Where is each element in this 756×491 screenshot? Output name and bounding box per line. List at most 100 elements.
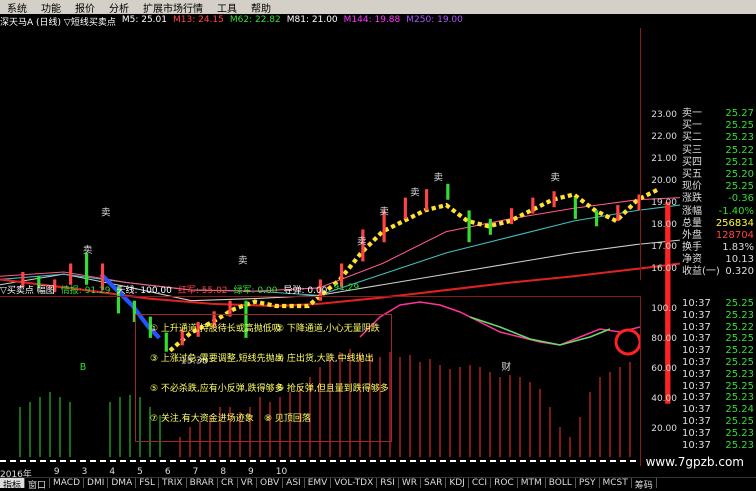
trade-row: 10:37 25.23 [682, 392, 754, 404]
quote-row: 净资 10.13 [682, 254, 754, 266]
note-8: ⑧ 见顶回落 [264, 414, 311, 424]
date-tick: 4 [109, 467, 116, 477]
trade-row: 10:37 25.23 [682, 368, 754, 380]
ma5-label: M5: 25.01 [121, 15, 167, 25]
highlight-circle [614, 328, 640, 356]
indicator-value: 91.29 [333, 283, 360, 293]
price-tick: 20.00 [651, 176, 677, 186]
note-1: ① 上升通道,持股待长或高抛低吸 [150, 324, 281, 334]
indicator-tick: 60.00 [651, 364, 677, 374]
menu-item-analysis[interactable]: 分析 [102, 0, 136, 15]
date-tick: 9 [53, 467, 60, 477]
sell-marker: 卖 [357, 236, 367, 247]
date-tick: 7 [192, 467, 199, 477]
trade-list: 10:37 25.25 10:37 25.23 10:37 25.22 10:37 25… [680, 298, 756, 451]
indicator-axis: 100.0 80.00 60.00 40.00 20.00 [640, 296, 681, 466]
ma13-label: M13: 24.15 [172, 15, 224, 25]
note-7: ⑦ 关注,有大资金进场迹象 [150, 414, 254, 424]
trade-row: 10:37 25.25 [682, 415, 754, 427]
quote-row: 涨跌 -0.36 [682, 193, 754, 205]
indicator-tick: 20.00 [651, 424, 677, 434]
trade-row: 10:37 25.23 [682, 309, 754, 321]
trade-row: 10:37 25.24 [682, 404, 754, 416]
price-tick: 23.00 [651, 110, 677, 120]
indicator-value: 情报: 91.29 [60, 286, 111, 296]
ma62-label: M62: 22.82 [229, 15, 281, 25]
quote-row: 外盘 128704 [682, 229, 754, 241]
trade-row: 10:37 25.25 [682, 356, 754, 368]
menu-bar: 系统 功能 报价 分析 扩展市场行情 工具 帮助 [0, 0, 756, 15]
date-tick: 6 [164, 467, 171, 477]
quote-row: 买五 25.20 [682, 168, 754, 180]
quote-row: 买二 25.23 [682, 132, 754, 144]
watermark: www.7gpzb.com [645, 455, 744, 469]
quote-row: 卖一 25.27 [682, 108, 754, 119]
indicator-tick: 100.0 [651, 304, 677, 314]
quote-row: 涨幅 -1.40% [682, 205, 754, 217]
indicator-tabs: 指标 窗口 MACD DMI DMA FSL TRIX BRAR CR VR O… [0, 477, 756, 491]
sell-marker: 卖 [83, 245, 93, 256]
sell-marker: 卖 [101, 208, 111, 219]
ma81-label: M81: 21.00 [286, 15, 338, 25]
price-tick: 16.00 [651, 264, 677, 274]
indicator-header: ▽买卖点 幅图 情报: 91.29 天线: 100.00 红军: 55.02 绿… [0, 283, 640, 296]
chart-title: 深天马A (日线) ▽短线买卖点 [0, 18, 116, 27]
indicator-value: 红军: 55.02 [177, 286, 228, 296]
indicator-value: 导弹: 0.00 [283, 286, 328, 296]
sell-marker: 卖 [434, 173, 444, 184]
sell-marker: 卖 [550, 173, 560, 184]
note-6: ⑥ 抢反弹,但且量到跌得够多 [276, 384, 389, 394]
price-axis: 23.00 22.00 21.00 20.00 19.00 18.00 17.0… [640, 28, 681, 280]
legend-notes-box: ① 上升通道,持股待长或高抛低吸 ② 下降通道,小心无量阴跌 ③ 上涨过急,需要… [135, 314, 392, 442]
indicator-tick: 40.00 [651, 394, 677, 404]
ma144-label: M144: 19.88 [343, 15, 401, 25]
menu-item-function[interactable]: 功能 [34, 0, 68, 15]
menu-item-system[interactable]: 系统 [0, 0, 34, 15]
quote-row: 现价 25.25 [682, 181, 754, 193]
quote-row: 收益(一) 0.320 [682, 266, 754, 278]
note-5: ⑤ 不必杀跌,应有小反弹,跌得够多 [150, 384, 284, 394]
trade-row: 10:37 25.22 [682, 345, 754, 357]
price-tick: 17.00 [651, 242, 677, 252]
date-tick: 5 [137, 467, 143, 477]
trade-row: 10:37 25.25 [682, 298, 754, 309]
sell-marker: 卖 [238, 256, 248, 267]
date-tick: 3 [81, 467, 88, 477]
quote-row: 买一 25.25 [682, 120, 754, 132]
trade-row: 10:37 25.23 [682, 439, 754, 451]
date-tick: 9 [248, 467, 254, 477]
date-axis: 2016年 9 3 4 5 6 7 8 9 10 [0, 467, 640, 480]
quote-row: 买三 25.22 [682, 144, 754, 156]
note-2: ② 下降通道,小心无量阴跌 [276, 324, 380, 334]
indicator-value: 绿军: 0.00 [233, 286, 278, 296]
quote-row: 总量 256834 [682, 217, 754, 229]
date-tick: 8 [220, 467, 227, 477]
quote-row: 买四 25.21 [682, 156, 754, 168]
sell-marker: 卖 [379, 207, 389, 218]
menu-item-quote[interactable]: 报价 [68, 0, 102, 15]
indicator-title: ▽买卖点 幅图 [0, 286, 55, 296]
indicator-value: 天线: 100.00 [116, 286, 172, 296]
menu-item-help[interactable]: 帮助 [244, 0, 278, 15]
quote-row: 换手 1.83% [682, 242, 754, 254]
price-tick: 21.00 [651, 154, 677, 164]
date-tick: 2016年 [0, 470, 32, 480]
menu-item-extended-market[interactable]: 扩展市场行情 [136, 0, 210, 15]
trade-row: 10:37 25.23 [682, 427, 754, 439]
indicator-tick: 80.00 [651, 334, 677, 344]
trade-row: 10:37 25.25 [682, 380, 754, 392]
trade-row: 10:37 25.22 [682, 321, 754, 333]
quote-panel: 卖一 25.27 买一 25.25 买二 25.23 买三 25.22 买四 25.21 … [680, 108, 756, 279]
oscillator-line-green [469, 316, 611, 346]
sell-marker: 卖 [410, 188, 420, 199]
date-tick: 10 [275, 467, 288, 477]
price-tick: 18.00 [651, 220, 677, 230]
price-tick: 19.00 [651, 198, 677, 208]
oscillator-line [359, 301, 640, 346]
ma250-label: M250: 19.00 [406, 15, 463, 25]
note-3: ③ 上涨过急,需要调整,短线先抛出 [150, 354, 284, 364]
price-tick: 22.00 [651, 132, 677, 142]
trade-row: 10:37 25.25 [682, 333, 754, 345]
note-4: ④ 庄出货,大跌,中线抛出 [276, 354, 374, 364]
menu-item-tools[interactable]: 工具 [210, 0, 244, 15]
